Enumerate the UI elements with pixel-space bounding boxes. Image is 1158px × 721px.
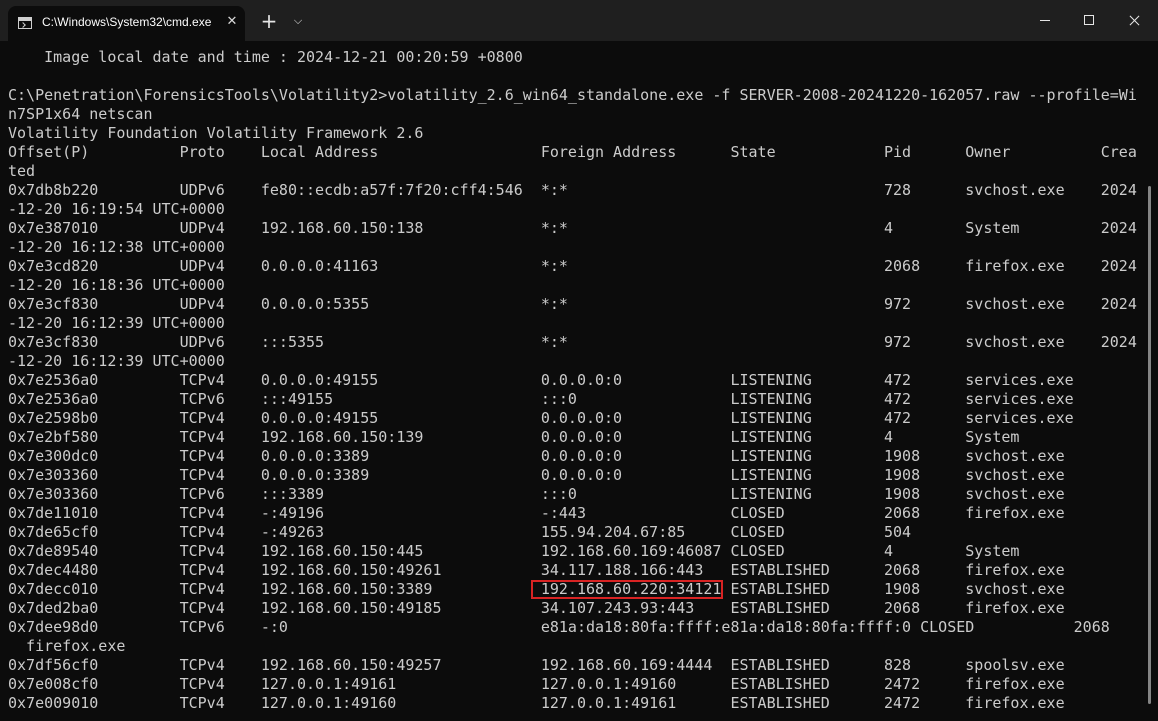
close-tab-icon[interactable]: ✕ <box>224 14 240 30</box>
console-line: -12-20 16:12:39 UTC+0000 <box>8 352 225 370</box>
terminal-icon <box>18 17 32 29</box>
console-line: 0x7e2536a0 TCPv4 0.0.0.0:49155 0.0.0.0:0… <box>8 371 1074 389</box>
console-line: -12-20 16:12:39 UTC+0000 <box>8 314 225 332</box>
chevron-down-icon[interactable]: ⌵ <box>288 12 308 30</box>
console-line: 0x7db8b220 UDPv6 fe80::ecdb:a57f:7f20:cf… <box>8 181 1137 199</box>
console-line: n7SP1x64 netscan <box>8 105 153 123</box>
console-line: 0x7dec4480 TCPv4 192.168.60.150:49261 34… <box>8 561 1065 579</box>
console-line: Offset(P) Proto Local Address Foreign Ad… <box>8 143 1137 161</box>
console-line: 0x7e2598b0 TCPv4 0.0.0.0:49155 0.0.0.0:0… <box>8 409 1074 427</box>
console-line: -12-20 16:12:38 UTC+0000 <box>8 238 225 256</box>
maximize-button[interactable] <box>1066 0 1112 41</box>
console-line: 0x7e2bf580 TCPv4 192.168.60.150:139 0.0.… <box>8 428 1020 446</box>
console-line: 0x7e3cf830 UDPv6 :::5355 *:* 972 svchost… <box>8 333 1137 351</box>
highlight-box <box>531 580 723 599</box>
new-tab-button[interactable]: + <box>258 10 280 32</box>
console-line: ted <box>8 162 36 180</box>
console-line: 0x7e3cf830 UDPv4 0.0.0.0:5355 *:* 972 sv… <box>8 295 1137 313</box>
tab-cmd[interactable]: C:\Windows\System32\cmd.exe ✕ <box>8 6 245 41</box>
console-line: 0x7ded2ba0 TCPv4 192.168.60.150:49185 34… <box>8 599 1065 617</box>
console-line: 0x7e008cf0 TCPv4 127.0.0.1:49161 127.0.0… <box>8 675 1065 693</box>
console-line: -12-20 16:19:54 UTC+0000 <box>8 200 225 218</box>
console-line: 0x7e3cd820 UDPv4 0.0.0.0:41163 *:* 2068 … <box>8 257 1137 275</box>
console-line: 0x7e300dc0 TCPv4 0.0.0.0:3389 0.0.0.0:0 … <box>8 447 1065 465</box>
console-line: 0x7e303360 TCPv6 :::3389 :::0 LISTENING … <box>8 485 1065 503</box>
console-line: -12-20 16:18:36 UTC+0000 <box>8 276 225 294</box>
console-line: 0x7de89540 TCPv4 192.168.60.150:445 192.… <box>8 542 1020 560</box>
title-bar: C:\Windows\System32\cmd.exe ✕ + ⌵ <box>0 0 1158 41</box>
console-line: Volatility Foundation Volatility Framewo… <box>8 124 424 142</box>
minimize-button[interactable] <box>1022 0 1068 41</box>
close-window-button[interactable] <box>1112 0 1158 41</box>
console-line: 0x7de65cf0 TCPv4 -:49263 155.94.204.67:8… <box>8 523 912 541</box>
scrollbar[interactable] <box>1148 186 1151 704</box>
console-line: 0x7e009010 TCPv4 127.0.0.1:49160 127.0.0… <box>8 694 1065 712</box>
console-line: 0x7e303360 TCPv4 0.0.0.0:3389 0.0.0.0:0 … <box>8 466 1065 484</box>
console-output[interactable]: Image local date and time : 2024-12-21 0… <box>8 48 1143 721</box>
console-line: C:\Penetration\ForensicsTools\Volatility… <box>8 86 1137 104</box>
console-line: Image local date and time : 2024-12-21 0… <box>8 48 523 66</box>
console-line: 0x7de11010 TCPv4 -:49196 -:443 CLOSED 20… <box>8 504 1065 522</box>
console-line: 0x7e387010 UDPv4 192.168.60.150:138 *:* … <box>8 219 1137 237</box>
console-line: 0x7e2536a0 TCPv6 :::49155 :::0 LISTENING… <box>8 390 1074 408</box>
console-line: firefox.exe <box>8 637 126 655</box>
tab-title: C:\Windows\System32\cmd.exe <box>42 15 212 29</box>
console-line: 0x7df56cf0 TCPv4 192.168.60.150:49257 19… <box>8 656 1065 674</box>
console-line: 0x7dee98d0 TCPv6 -:0 e81a:da18:80fa:ffff… <box>8 618 1110 636</box>
